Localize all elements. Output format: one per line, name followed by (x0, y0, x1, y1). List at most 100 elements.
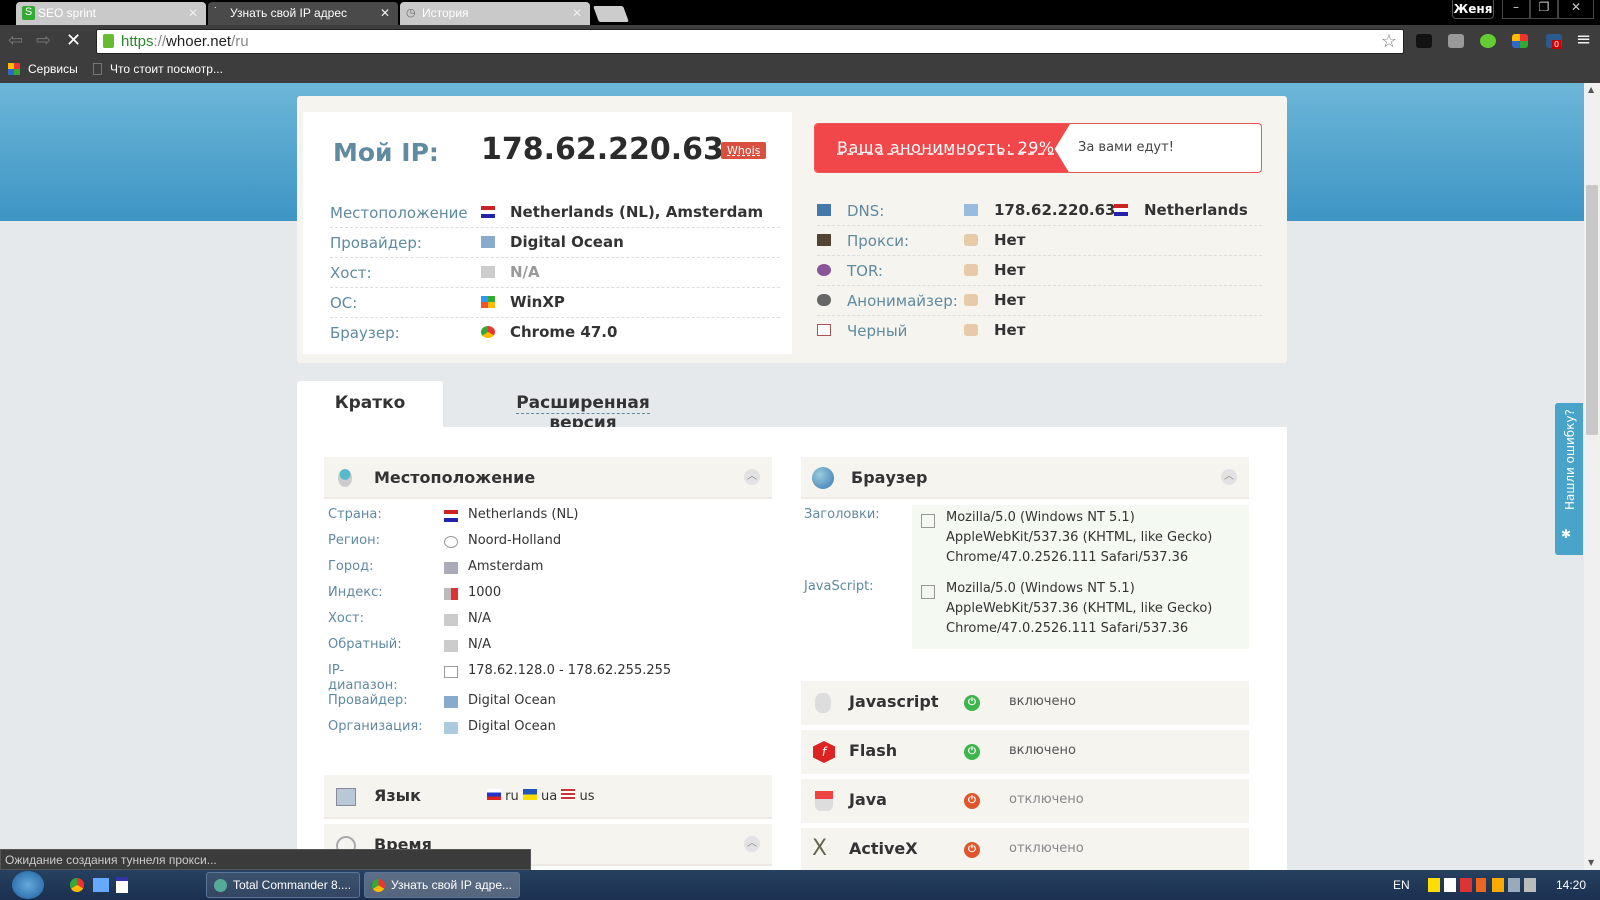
organization-icon (444, 722, 458, 734)
scrollbar-thumb[interactable] (1586, 185, 1598, 435)
location-pin-icon (338, 469, 352, 487)
taskbar-item-chrome[interactable]: Узнать свой IP адре... (364, 872, 520, 898)
plugin-status: включено (1009, 694, 1076, 709)
plugin-name: Flash (849, 741, 898, 760)
row-value: N/A (468, 611, 491, 626)
provider-icon (481, 236, 495, 248)
profile-button[interactable]: Женя (1452, 0, 1494, 19)
host-icon (444, 640, 458, 652)
anonymity-banner: Ваша анонимность: 29% За вами едут! (814, 123, 1262, 173)
row-value: Netherlands (NL) (468, 507, 579, 522)
building-icon (444, 562, 458, 574)
headers-label: Заголовки: (804, 507, 880, 522)
location-section-header[interactable]: Местоположение ︿ (324, 457, 772, 499)
address-bar[interactable]: https://whoer.net/ru ☆ (96, 29, 1404, 54)
tab-extended[interactable]: Расширенная версия (483, 381, 683, 434)
url-separator: :// (153, 33, 167, 50)
tab-whoer[interactable]: ˙ Узнать свой IP адрес ✕ (208, 2, 398, 25)
language-item: ua (541, 789, 558, 804)
anonymity-message: За вами едут! (1078, 140, 1174, 155)
chrome-icon (372, 879, 385, 892)
taskbar: Total Commander 8.... Узнать свой IP адр… (0, 870, 1600, 900)
menu-icon[interactable]: ≡ (1576, 29, 1591, 50)
cast-icon[interactable] (1448, 34, 1464, 48)
host-icon (444, 614, 458, 626)
mailbox-icon (444, 588, 458, 600)
plugin-java: Java ⏻ отключено (801, 779, 1249, 823)
row-label: Анонимайзер: (847, 292, 958, 310)
row-value: Noord-Holland (468, 533, 562, 548)
close-tab-icon[interactable]: ✕ (572, 6, 582, 20)
history-icon: ◷ (406, 7, 416, 19)
check-row-tor: TOR: Нет (817, 256, 1262, 286)
chrome-pinned-icon[interactable] (70, 878, 84, 892)
toolbar: ⇦ ⇨ ✕ https://whoer.net/ru ☆ 0 ≡ (0, 25, 1600, 57)
row-label: Регион: (328, 533, 380, 548)
netherlands-flag-icon (444, 510, 458, 522)
whois-button[interactable]: Whois (721, 142, 767, 159)
row-label: Город: (328, 559, 374, 574)
bookmarks-bar: Сервисы Что стоит посмотр... (0, 57, 1600, 83)
tab-history[interactable]: ◷ История ✕ (400, 2, 590, 25)
globe-extension-icon[interactable] (1480, 34, 1496, 48)
russia-flag-icon (487, 789, 501, 800)
row-value: Digital Ocean (510, 233, 624, 251)
new-tab-button[interactable] (593, 6, 629, 22)
row-label: Страна: (328, 507, 382, 522)
tab-seo-sprint[interactable]: S SEO sprint ✕ (16, 2, 206, 25)
language-list: ru ua us (487, 789, 595, 804)
bookmark-services[interactable]: Сервисы (28, 62, 78, 76)
tab-short[interactable]: Кратко (297, 381, 443, 427)
language-item: ru (505, 789, 519, 804)
minimize-button[interactable]: – (1502, 0, 1530, 19)
summary-row-location: Местоположение Netherlands (NL), Amsterda… (330, 198, 780, 228)
close-window-button[interactable]: ✕ (1558, 0, 1594, 19)
globe-icon (812, 467, 834, 489)
row-label: Черный (847, 322, 908, 340)
dns-ip: 178.62.220.63 (994, 201, 1116, 219)
forward-icon[interactable]: ⇨ (36, 30, 51, 51)
apps-extension-icon[interactable] (1512, 34, 1528, 48)
extension-icon[interactable] (1416, 34, 1432, 48)
desktop-pinned-icon[interactable] (93, 878, 109, 892)
stop-icon[interactable]: ✕ (66, 30, 81, 51)
scroll-down-icon[interactable]: ▼ (1588, 858, 1594, 867)
start-button[interactable] (12, 871, 44, 899)
collapse-icon[interactable]: ︿ (744, 469, 760, 485)
bookmark-item[interactable]: Что стоит посмотр... (110, 62, 223, 76)
host-icon (481, 266, 495, 278)
tab-label: История (422, 6, 469, 20)
row-label: IP-диапазон: (328, 663, 398, 693)
bookmark-star-icon[interactable]: ☆ (1381, 31, 1397, 52)
scroll-up-icon[interactable]: ▲ (1588, 85, 1594, 94)
language-indicator[interactable]: EN (1393, 878, 1410, 892)
back-icon[interactable]: ⇦ (8, 30, 23, 51)
loading-icon: ˙ (214, 6, 218, 18)
details-panel: Местоположение ︿ Страна: Netherlands (NL)… (297, 427, 1287, 877)
close-tab-icon[interactable]: ✕ (380, 6, 390, 20)
taskbar-item-total-commander[interactable]: Total Commander 8.... (206, 872, 360, 898)
anonymity-score-link[interactable]: Ваша анонимность: 29% (837, 138, 1055, 157)
browser-section-header[interactable]: Браузер ︿ (801, 457, 1249, 499)
script-icon (921, 585, 935, 599)
vpn-extension-icon[interactable]: 0 (1546, 34, 1562, 49)
app-pinned-icon[interactable] (116, 877, 128, 893)
ua-line: AppleWebKit/537.36 (KHTML, like Gecko) (946, 601, 1213, 616)
seo-sprint-icon: S (22, 6, 35, 20)
ua-line: AppleWebKit/537.36 (KHTML, like Gecko) (946, 530, 1213, 545)
summary-row-host: Хост: N/A (330, 258, 780, 288)
flash-icon: f (813, 741, 835, 763)
plugin-status: включено (1009, 743, 1076, 758)
lock-icon (103, 34, 114, 48)
close-tab-icon[interactable]: ✕ (188, 6, 198, 20)
tab-label: SEO sprint (38, 6, 97, 20)
row-value: Digital Ocean (468, 693, 556, 708)
restore-button[interactable]: ❐ (1530, 0, 1558, 19)
total-commander-icon (214, 879, 227, 892)
system-tray-icons[interactable] (1428, 878, 1548, 892)
collapse-icon[interactable]: ︿ (1221, 469, 1237, 485)
collapse-icon[interactable]: ︿ (744, 836, 760, 852)
clock[interactable]: 14:20 (1556, 878, 1586, 892)
javascript-label: JavaScript: (804, 579, 874, 594)
feedback-tab[interactable]: ✱ Нашли ошибку? (1555, 403, 1583, 555)
